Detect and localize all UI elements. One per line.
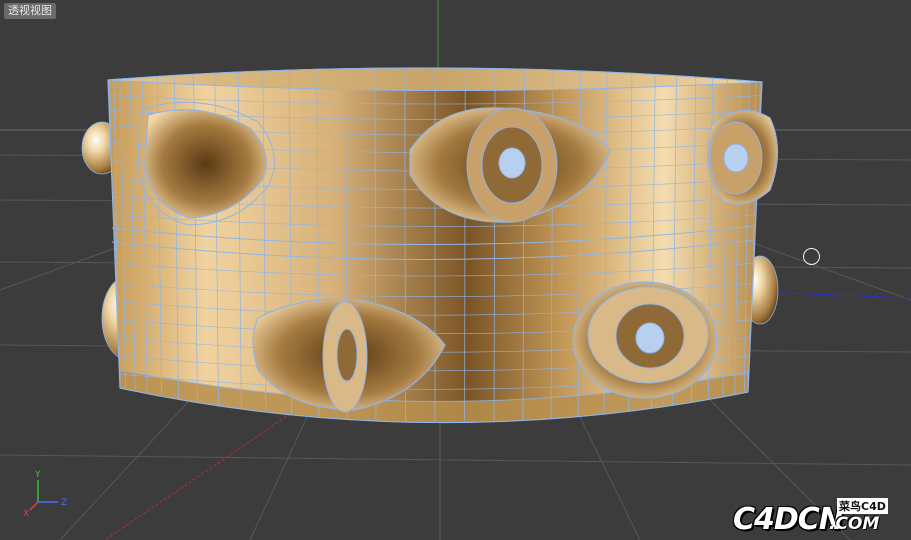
- viewport-label[interactable]: 透视视图: [4, 3, 56, 19]
- watermark-domain-text: .COM: [829, 514, 880, 534]
- circle-cursor-icon: [803, 248, 820, 265]
- watermark-logo: C4DCN 菜鸟C4D .COM: [733, 496, 905, 537]
- world-z-axis: [759, 291, 911, 299]
- watermark-main-text: C4DCN: [733, 502, 844, 537]
- axis-x-label: X: [23, 509, 29, 518]
- watermark-sub-text: 菜鸟C4D: [837, 498, 888, 514]
- axis-y-label: Y: [34, 470, 41, 480]
- hole-bottom-right: [572, 281, 718, 399]
- axis-gizmo-icon: Y Z X: [22, 468, 82, 518]
- scene-canvas[interactable]: [0, 0, 911, 540]
- axis-z-label: Z: [61, 498, 67, 508]
- hole-top-right: [707, 109, 779, 205]
- perspective-viewport[interactable]: 透视视图 Y Z X C4DCN 菜鸟C4D .COM: [0, 0, 911, 540]
